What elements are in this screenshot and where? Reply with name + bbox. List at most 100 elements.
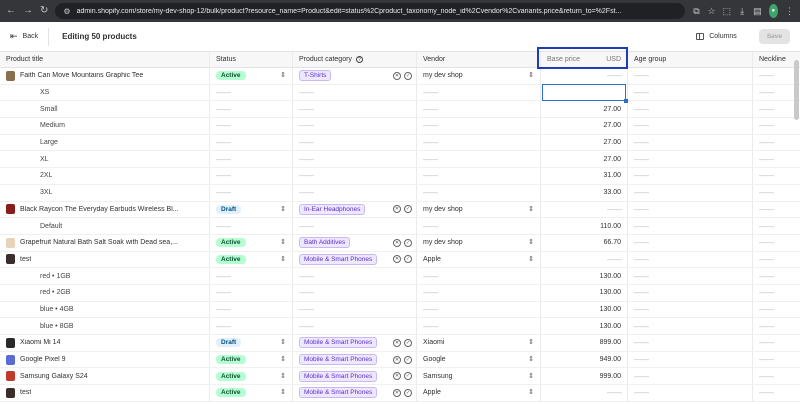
- age-group-cell[interactable]: ——: [628, 284, 753, 301]
- clear-category-icon[interactable]: ✕: [393, 205, 401, 214]
- status-cell[interactable]: Active ⇕: [210, 385, 293, 401]
- select-arrows-icon[interactable]: ⇕: [528, 373, 534, 380]
- status-cell[interactable]: Active ⇕: [210, 368, 293, 385]
- neckline-cell[interactable]: ——: [753, 385, 800, 401]
- age-group-cell[interactable]: ——: [628, 168, 753, 184]
- select-arrows-icon[interactable]: ⇕: [280, 256, 286, 263]
- age-group-cell[interactable]: ——: [628, 385, 753, 401]
- price-cell[interactable]: 27.00: [541, 101, 628, 118]
- site-info-icon[interactable]: ⚙: [63, 7, 70, 16]
- extensions-icon[interactable]: ⬚: [723, 6, 732, 17]
- confirm-category-icon[interactable]: ✓: [404, 355, 412, 364]
- help-icon[interactable]: ?: [355, 56, 363, 63]
- price-cell[interactable]: ——: [541, 385, 628, 401]
- reload-icon[interactable]: ↻: [40, 0, 48, 22]
- select-arrows-icon[interactable]: ⇕: [528, 256, 534, 263]
- age-group-cell[interactable]: ——: [628, 234, 753, 251]
- category-cell[interactable]: Bath Additives ✕ ✓: [293, 234, 417, 251]
- title-cell[interactable]: red • 2GB: [0, 284, 210, 301]
- title-cell[interactable]: Google Pixel 9: [0, 351, 210, 368]
- age-group-cell[interactable]: ——: [628, 351, 753, 368]
- confirm-category-icon[interactable]: ✓: [404, 71, 412, 80]
- title-cell[interactable]: blue • 8GB: [0, 318, 210, 334]
- title-cell[interactable]: Small: [0, 101, 210, 118]
- title-cell[interactable]: Default: [0, 218, 210, 234]
- neckline-cell[interactable]: ——: [753, 68, 800, 84]
- title-cell[interactable]: Xiaomi Mi 14: [0, 335, 210, 351]
- vendor-cell[interactable]: Google ⇕: [417, 351, 541, 368]
- select-arrows-icon[interactable]: ⇕: [280, 389, 286, 396]
- age-group-cell[interactable]: ——: [628, 368, 753, 385]
- price-cell[interactable]: 130.00: [541, 318, 628, 334]
- col-header-vendor[interactable]: Vendor: [417, 52, 541, 67]
- price-cell[interactable]: 130.00: [541, 301, 628, 318]
- clear-category-icon[interactable]: ✕: [393, 338, 401, 347]
- clear-category-icon[interactable]: ✕: [393, 388, 401, 397]
- neckline-cell[interactable]: ——: [753, 368, 800, 384]
- neckline-cell[interactable]: ——: [753, 168, 800, 184]
- age-group-cell[interactable]: ——: [628, 218, 753, 234]
- status-cell[interactable]: Active ⇕: [210, 251, 293, 268]
- bookmark-star-icon[interactable]: ☆: [707, 6, 715, 17]
- neckline-cell[interactable]: ——: [753, 335, 800, 351]
- neckline-cell[interactable]: ——: [753, 235, 800, 251]
- translate-icon[interactable]: ⧉: [692, 6, 700, 17]
- title-cell[interactable]: Black Raycon The Everyday Earbuds Wirele…: [0, 201, 210, 218]
- vendor-cell[interactable]: my dev shop ⇕: [417, 201, 541, 218]
- browser-menu-icon[interactable]: ⋮: [785, 6, 794, 17]
- price-cell[interactable]: 27.00: [541, 118, 628, 134]
- price-cell[interactable]: 899.00: [541, 335, 628, 351]
- neckline-cell[interactable]: ——: [753, 218, 800, 234]
- title-cell[interactable]: Medium: [0, 118, 210, 134]
- status-cell[interactable]: Draft ⇕: [210, 201, 293, 218]
- confirm-category-icon[interactable]: ✓: [404, 338, 412, 347]
- age-group-cell[interactable]: ——: [628, 318, 753, 334]
- vertical-scrollbar[interactable]: [794, 60, 799, 120]
- title-cell[interactable]: XL: [0, 151, 210, 168]
- price-cell[interactable]: 999.00: [541, 368, 628, 385]
- price-cell[interactable]: 949.00: [541, 351, 628, 368]
- select-arrows-icon[interactable]: ⇕: [528, 206, 534, 213]
- neckline-cell[interactable]: ——: [753, 318, 800, 334]
- age-group-cell[interactable]: ——: [628, 118, 753, 134]
- neckline-cell[interactable]: ——: [753, 101, 800, 117]
- select-arrows-icon[interactable]: ⇕: [280, 239, 286, 246]
- select-arrows-icon[interactable]: ⇕: [280, 72, 286, 79]
- neckline-cell[interactable]: ——: [753, 185, 800, 201]
- browser-forward-icon[interactable]: →: [23, 0, 33, 22]
- neckline-cell[interactable]: ——: [753, 352, 800, 368]
- vendor-cell[interactable]: my dev shop ⇕: [417, 68, 541, 84]
- neckline-cell[interactable]: ——: [753, 202, 800, 218]
- address-bar[interactable]: ⚙ admin.shopify.com/store/my-dev-shop-12…: [55, 3, 686, 19]
- price-cell[interactable]: ——: [541, 251, 628, 268]
- age-group-cell[interactable]: ——: [628, 151, 753, 168]
- select-arrows-icon[interactable]: ⇕: [280, 356, 286, 363]
- vendor-cell[interactable]: Apple ⇕: [417, 385, 541, 401]
- title-cell[interactable]: test: [0, 251, 210, 268]
- age-group-cell[interactable]: ——: [628, 335, 753, 351]
- title-cell[interactable]: 2XL: [0, 168, 210, 184]
- title-cell[interactable]: red • 1GB: [0, 268, 210, 284]
- back-button[interactable]: ⇤ Back: [10, 27, 50, 46]
- vendor-cell[interactable]: my dev shop ⇕: [417, 234, 541, 251]
- age-group-cell[interactable]: ——: [628, 101, 753, 118]
- price-cell[interactable]: ——: [541, 68, 628, 84]
- select-arrows-icon[interactable]: ⇕: [280, 339, 286, 346]
- neckline-cell[interactable]: ——: [753, 302, 800, 318]
- price-cell[interactable]: ——: [541, 201, 628, 218]
- age-group-cell[interactable]: ——: [628, 301, 753, 318]
- download-icon[interactable]: ⤓: [738, 6, 746, 17]
- price-cell[interactable]: 130.00: [541, 284, 628, 301]
- title-cell[interactable]: Large: [0, 134, 210, 151]
- clear-category-icon[interactable]: ✕: [393, 355, 401, 364]
- title-cell[interactable]: test: [0, 385, 210, 401]
- category-cell[interactable]: Mobile & Smart Phones ✕ ✓: [293, 368, 417, 385]
- browser-back-icon[interactable]: ←: [6, 0, 16, 22]
- age-group-cell[interactable]: ——: [628, 84, 753, 101]
- price-cell[interactable]: 110.00: [541, 218, 628, 234]
- vendor-cell[interactable]: Xiaomi ⇕: [417, 335, 541, 351]
- clear-category-icon[interactable]: ✕: [393, 71, 401, 80]
- status-cell[interactable]: Active ⇕: [210, 68, 293, 84]
- age-group-cell[interactable]: ——: [628, 184, 753, 201]
- title-cell[interactable]: 3XL: [0, 184, 210, 201]
